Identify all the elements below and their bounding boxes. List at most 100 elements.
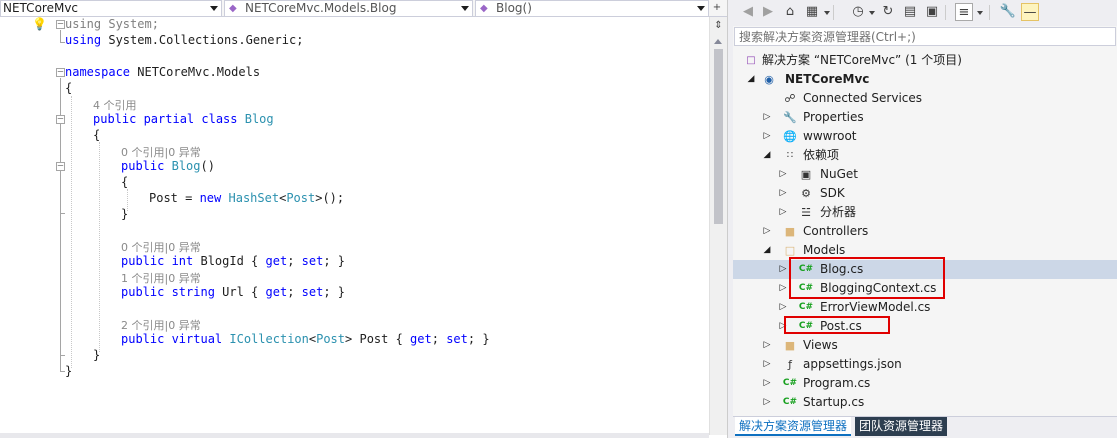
tree-item-label: Views	[803, 338, 838, 352]
sync-view-icon[interactable]: ▦	[803, 3, 821, 21]
solution-explorer-toolbar: ◀ ▶ ⌂ ▦ ◷ ↻ ▤ ▣ ≡ 🔧 —	[733, 0, 1117, 26]
tree-item-project[interactable]: ◢ ◉ NETCoreMvc	[733, 70, 1117, 89]
tree-item-nuget[interactable]: ▷ ▣ NuGet	[733, 165, 1117, 184]
collapsed-icon[interactable]: ▷	[762, 397, 772, 407]
method-icon: ◆	[480, 3, 488, 14]
codelens-references[interactable]: 2 个引用|0 异常	[121, 317, 201, 333]
toolbar-separator	[833, 5, 834, 20]
tree-item-label: ErrorViewModel.cs	[820, 300, 931, 314]
pending-changes-icon[interactable]: ◷	[849, 3, 867, 21]
solution-search-box[interactable]	[734, 27, 1116, 46]
collapse-icon[interactable]: –	[56, 115, 65, 124]
tree-item-label: Controllers	[803, 224, 869, 238]
tree-item-properties[interactable]: ▷ 🔧 Properties	[733, 108, 1117, 127]
code-line: }	[121, 207, 129, 221]
tree-item-views[interactable]: ▷ ■ Views	[733, 336, 1117, 355]
codelens-references[interactable]: 0 个引用|0 异常	[121, 239, 201, 255]
code-line: {	[121, 175, 129, 189]
code-line: using System;	[65, 17, 159, 31]
tree-item-label: appsettings.json	[803, 357, 902, 371]
solution-tree: □ 解决方案 “NETCoreMvc” (1 个项目) ◢ ◉ NETCoreM…	[733, 48, 1117, 414]
collapsed-icon[interactable]: ▷	[762, 340, 772, 350]
highlight-box	[784, 316, 890, 334]
expanded-icon[interactable]: ◢	[762, 245, 772, 255]
forward-icon[interactable]: ▶	[759, 3, 777, 21]
outline-end	[60, 355, 65, 356]
tree-item-label: Properties	[803, 110, 864, 124]
chevron-down-icon	[697, 6, 705, 11]
expanded-icon[interactable]: ◢	[762, 150, 772, 160]
code-editor[interactable]: NETCoreMvc ◆ NETCoreMvc.Models.Blog ◆ Bl…	[0, 0, 727, 438]
collapsed-icon[interactable]: ▷	[762, 226, 772, 236]
folder-icon: ■	[784, 225, 796, 238]
nuget-icon: ▣	[800, 168, 812, 181]
expanded-icon[interactable]: ◢	[746, 74, 756, 84]
add-icon[interactable]: +	[710, 1, 724, 15]
tree-item-label: Program.cs	[803, 376, 871, 390]
member-dropdown[interactable]: ◆ Blog()	[475, 0, 709, 17]
tree-item-program-cs[interactable]: ▷ C# Program.cs	[733, 374, 1117, 393]
refresh-icon[interactable]: ↻	[879, 3, 897, 21]
sdk-icon: ⚙	[801, 187, 811, 200]
collapsed-icon[interactable]: ▷	[762, 378, 772, 388]
home-icon[interactable]: ⌂	[781, 3, 799, 21]
scrollbar-thumb[interactable]	[714, 49, 723, 224]
collapsed-icon[interactable]: ▷	[778, 283, 788, 293]
member-dropdown-label: Blog()	[496, 1, 532, 15]
collapse-icon[interactable]: –	[56, 20, 65, 29]
outline-line	[60, 125, 61, 355]
wrench-icon: 🔧	[783, 111, 797, 124]
collapse-icon[interactable]: –	[56, 162, 65, 171]
collapse-icon[interactable]: –	[56, 68, 65, 77]
horizontal-scrollbar[interactable]	[0, 433, 709, 438]
chevron-down-icon[interactable]	[824, 11, 830, 15]
tree-item-label: SDK	[820, 186, 845, 200]
collapsed-icon[interactable]: ▷	[762, 359, 772, 369]
tree-item-errorviewmodel-cs[interactable]: ▷ C# ErrorViewModel.cs	[733, 298, 1117, 317]
scroll-up-icon[interactable]	[714, 39, 722, 44]
collapsed-icon[interactable]: ▷	[778, 264, 788, 274]
collapse-all-icon[interactable]: ▤	[901, 3, 919, 21]
collapsed-icon[interactable]: ▷	[778, 207, 788, 217]
properties-wrench-icon[interactable]: 🔧	[999, 3, 1017, 21]
collapsed-icon[interactable]: ▷	[778, 169, 788, 179]
vertical-scrollbar[interactable]: ⇕	[709, 17, 727, 435]
csharp-project-icon: ◉	[764, 73, 774, 86]
tree-item-solution[interactable]: □ 解决方案 “NETCoreMvc” (1 个项目)	[733, 51, 1117, 70]
solution-search-input[interactable]	[735, 28, 1115, 45]
tree-item-controllers[interactable]: ▷ ■ Controllers	[733, 222, 1117, 241]
collapsed-icon[interactable]: ▷	[762, 131, 772, 141]
collapsed-icon[interactable]: ▷	[778, 188, 788, 198]
tree-item-connected-services[interactable]: ☍ Connected Services	[733, 89, 1117, 108]
lightbulb-icon[interactable]: 💡	[32, 17, 47, 31]
chevron-down-icon[interactable]	[977, 11, 983, 15]
tab-solution-explorer[interactable]: 解决方案资源管理器	[735, 417, 852, 436]
codelens-references[interactable]: 1 个引用|0 异常	[121, 270, 201, 286]
code-line: public virtual ICollection<Post> Post { …	[121, 332, 490, 346]
analyzer-icon: ☱	[801, 206, 811, 219]
tree-item-analyzers[interactable]: ▷ ☱ 分析器	[733, 203, 1117, 222]
back-icon[interactable]: ◀	[739, 3, 757, 21]
tree-item-appsettings-json[interactable]: ▷ ƒ appsettings.json	[733, 355, 1117, 374]
tab-team-explorer[interactable]: 团队资源管理器	[855, 417, 948, 436]
tree-item-label: wwwroot	[803, 129, 857, 143]
split-window-icon[interactable]: ⇕	[711, 19, 726, 33]
tree-item-sdk[interactable]: ▷ ⚙ SDK	[733, 184, 1117, 203]
tree-item-dependencies[interactable]: ◢ ∷ 依赖项	[733, 146, 1117, 165]
connected-services-icon: ☍	[784, 92, 796, 105]
project-dropdown[interactable]: NETCoreMvc	[0, 0, 222, 17]
tree-item-startup-cs[interactable]: ▷ C# Startup.cs	[733, 393, 1117, 412]
show-all-files-icon[interactable]: ▣	[923, 3, 941, 21]
csharp-file-icon: C#	[782, 397, 798, 407]
pin-icon[interactable]: —	[1021, 3, 1039, 21]
chevron-down-icon[interactable]	[869, 11, 875, 15]
tree-item-wwwroot[interactable]: ▷ 🌐 wwwroot	[733, 127, 1117, 146]
codelens-references[interactable]: 0 个引用|0 异常	[121, 144, 201, 160]
outline-line	[60, 30, 61, 42]
tree-item-label: NETCoreMvc	[785, 72, 870, 86]
preview-selected-items-icon[interactable]: ≡	[955, 3, 973, 21]
collapsed-icon[interactable]: ▷	[778, 302, 788, 312]
codelens-references[interactable]: 4 个引用	[93, 97, 137, 113]
collapsed-icon[interactable]: ▷	[762, 112, 772, 122]
class-dropdown[interactable]: ◆ NETCoreMvc.Models.Blog	[224, 0, 473, 17]
